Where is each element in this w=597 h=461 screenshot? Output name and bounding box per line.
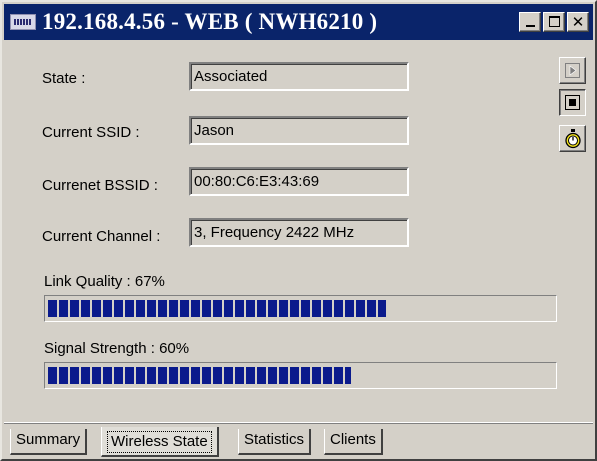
tab-statistics[interactable]: Statistics xyxy=(238,429,312,455)
link-quality-label: Link Quality : 67% xyxy=(44,273,165,290)
signal-strength-bar xyxy=(44,362,557,389)
title-bar[interactable]: 192.168.4.56 - WEB ( NWH6210 ) ✕ xyxy=(4,4,593,40)
maximize-icon xyxy=(549,16,560,27)
maximize-button[interactable] xyxy=(543,12,565,32)
window-title: 192.168.4.56 - WEB ( NWH6210 ) xyxy=(42,9,378,34)
bssid-label: Currenet BSSID : xyxy=(42,177,158,194)
wireless-state-panel: State : Associated Current SSID : Jason … xyxy=(4,40,593,422)
timer-button[interactable] xyxy=(559,125,586,152)
close-button[interactable]: ✕ xyxy=(567,12,589,32)
tab-summary-label: Summary xyxy=(16,431,81,448)
channel-label: Current Channel : xyxy=(42,228,161,245)
wireless-app-icon[interactable] xyxy=(10,14,36,30)
tab-statistics-label: Statistics xyxy=(244,431,305,448)
channel-value: 3, Frequency 2422 MHz xyxy=(189,218,409,247)
ssid-value: Jason xyxy=(189,116,409,145)
ssid-label: Current SSID : xyxy=(42,124,140,141)
minimize-button[interactable] xyxy=(519,12,541,32)
signal-strength-label: Signal Strength : 60% xyxy=(44,340,190,357)
stopwatch-icon xyxy=(564,128,581,148)
link-quality-fill xyxy=(48,300,387,317)
stop-button[interactable] xyxy=(559,89,586,116)
tab-bar: Summary Wireless State Statistics Client… xyxy=(4,422,593,459)
window-controls: ✕ xyxy=(517,12,589,32)
play-icon xyxy=(565,63,580,78)
link-quality-bar xyxy=(44,295,557,322)
state-label: State : xyxy=(42,70,86,87)
tab-clients-label: Clients xyxy=(330,431,376,448)
close-icon: ✕ xyxy=(571,13,585,31)
start-button[interactable] xyxy=(559,57,586,84)
tab-wireless-state[interactable]: Wireless State xyxy=(101,427,219,457)
signal-strength-fill xyxy=(48,367,351,384)
state-value: Associated xyxy=(189,62,409,91)
main-window: 192.168.4.56 - WEB ( NWH6210 ) ✕ State :… xyxy=(0,0,597,461)
bssid-value: 00:80:C6:E3:43:69 xyxy=(189,167,409,196)
stop-icon xyxy=(565,95,580,110)
tab-clients[interactable]: Clients xyxy=(324,429,383,455)
minimize-icon xyxy=(526,25,535,27)
tab-wireless-state-label: Wireless State xyxy=(107,431,212,453)
tab-summary[interactable]: Summary xyxy=(10,429,88,455)
tab-bar-divider xyxy=(4,423,593,424)
